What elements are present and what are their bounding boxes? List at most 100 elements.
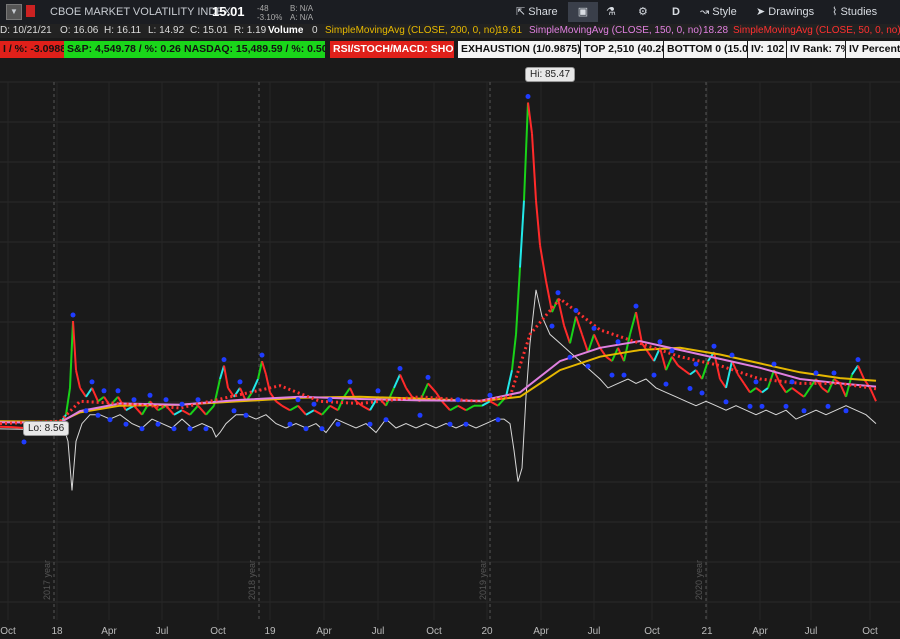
iv-label: IV: 102 [748, 41, 786, 58]
style-label: Style [712, 6, 737, 18]
x-axis: Oct 18 Apr Jul Oct 19 Apr Jul Oct 20 Apr Jul Oct 21 Ap… [0, 620, 900, 639]
x-tick-label: Oct [210, 626, 226, 637]
price-segment [265, 374, 271, 393]
year-mark-label: 2019 year [478, 560, 488, 600]
pivot-high-dot [455, 397, 461, 403]
pivot-low-dot [335, 421, 341, 427]
study-values-bar: D: 10/21/21 O: 16.06 H: 16.11 L: 14.92 C… [0, 24, 900, 38]
style-icon: ↝ [700, 6, 713, 18]
pivot-high-dot [813, 370, 819, 376]
signal-badge: RSI/STOCH/MACD: SHORT [330, 41, 454, 58]
share-button[interactable]: ⇱ Share [512, 2, 562, 22]
volume-label[interactable]: Volume [268, 24, 303, 38]
price-segment [465, 404, 475, 412]
price-segment [181, 409, 191, 416]
price-segment [69, 320, 74, 388]
sma200-value: 19.61 [497, 25, 523, 36]
pivot-low-dot [187, 426, 193, 432]
x-tick-label: Oct [0, 626, 16, 637]
price-segment [785, 387, 793, 394]
pivot-high-dot [397, 366, 403, 371]
pivot-high-dot [89, 379, 95, 385]
pivot-high-dot [327, 397, 333, 403]
pivot-high-dot [347, 379, 353, 385]
pivot-low-dot [303, 426, 309, 432]
price-chart[interactable]: 2017 year 2018 year 2019 year 2020 year Oct… [0, 60, 900, 639]
gear-icon: ⚙ [638, 6, 648, 18]
sma150-label[interactable]: SimpleMovingAvg (CLOSE, 150, 0, no) [529, 24, 702, 38]
pivot-high-dot [729, 352, 735, 358]
pivot-high-dot [669, 348, 675, 354]
dow-quote: I / %: -3.0988 [0, 41, 74, 58]
price-segment [511, 334, 517, 371]
pivot-low-dot [699, 390, 705, 396]
bar-range: R: 1.19 [234, 25, 267, 36]
pivot-low-dot [123, 421, 129, 427]
price-segment [851, 365, 859, 376]
price-segment [399, 374, 407, 389]
studies-button[interactable]: ⌇ Studies [828, 2, 881, 22]
drawings-button[interactable]: ➤ Drawings [752, 2, 818, 22]
x-tick-label: 20 [481, 626, 493, 637]
series-layer [0, 94, 877, 491]
alert-flag-icon[interactable] [26, 5, 35, 17]
pivot-high-dot [487, 392, 493, 398]
pivot-low-dot [367, 421, 373, 427]
price-segment [72, 320, 77, 371]
style-button[interactable]: ↝ Style [696, 2, 741, 22]
studies-label: Studies [840, 6, 878, 18]
price-segment [261, 360, 267, 375]
pivot-low-dot [463, 421, 469, 427]
bar-close: C: 15.01 [190, 25, 228, 36]
period-button[interactable]: D [668, 2, 684, 22]
chart-settings-button[interactable]: ▣ [568, 2, 598, 22]
symbol-menu-button[interactable]: ▼ [6, 4, 22, 20]
price-segment [329, 404, 339, 412]
pivot-low-dot [585, 363, 591, 369]
price-segment [563, 325, 571, 344]
pivot-low-dot [203, 426, 209, 432]
price-segment [205, 405, 215, 416]
price-segment [755, 387, 763, 394]
last-price: 15.01 [212, 4, 245, 19]
pivot-low-dot [609, 372, 615, 378]
flask-button[interactable]: ⚗ [602, 2, 620, 22]
pivot-low-dot [447, 421, 453, 427]
sma200-label[interactable]: SimpleMovingAvg (CLOSE, 200, 0, no) [325, 24, 498, 38]
pivot-low-dot [567, 354, 573, 360]
drawings-label: Drawings [768, 6, 815, 18]
pivot-high-dot [831, 370, 837, 376]
pivot-high-dot [131, 397, 137, 403]
x-tick-label: Jul [156, 626, 169, 637]
bar-low: L: 14.92 [148, 25, 185, 36]
gear-button[interactable]: ⚙ [634, 2, 652, 22]
pivot-low-dot [843, 408, 849, 414]
pivot-low-dot [783, 403, 789, 409]
x-tick-label: 19 [264, 626, 276, 637]
price-segment [313, 409, 323, 416]
price-segment [593, 333, 601, 349]
price-segment [321, 405, 331, 416]
price-segment [683, 369, 691, 376]
price-segment [223, 365, 229, 389]
year-mark-label: 2018 year [247, 560, 257, 600]
x-tick-label: 18 [51, 626, 63, 637]
price-segment [827, 378, 835, 393]
pivot-high-dot [101, 388, 107, 394]
iv-percentile-label: IV Percenti [846, 41, 900, 58]
pivot-high-dot [633, 303, 639, 309]
sma50-label[interactable]: SimpleMovingAvg (CLOSE, 50, 0, no) [733, 24, 900, 38]
price-segment [761, 387, 769, 394]
x-tick-label: Oct [644, 626, 660, 637]
price-segment [133, 405, 143, 416]
pivot-low-dot [549, 323, 555, 329]
price-segment [197, 405, 207, 416]
exhaustion-label: EXHAUSTION (1/0.9875) : [458, 41, 580, 58]
pivot-low-dot [747, 403, 753, 409]
flask-icon: ⚗ [606, 6, 616, 18]
pivot-high-dot [115, 388, 121, 394]
price-segment [281, 404, 291, 412]
pivot-low-dot [171, 426, 177, 432]
price-segment [605, 355, 613, 362]
pivot-high-dot [295, 397, 301, 403]
